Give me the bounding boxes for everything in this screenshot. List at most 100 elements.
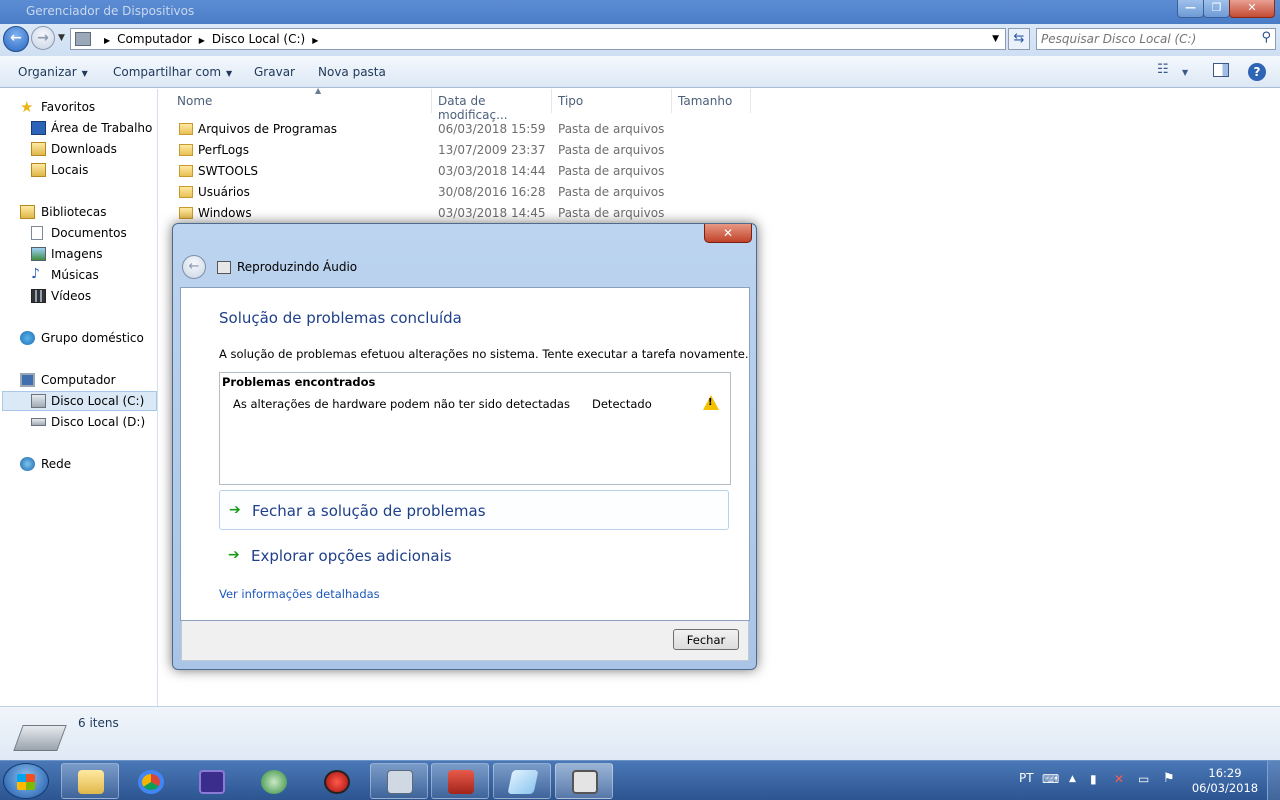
dialog-back-button[interactable]: ← <box>182 255 206 279</box>
refresh-button[interactable]: ⇆ <box>1008 28 1030 50</box>
table-row[interactable]: Arquivos de Programas 06/03/2018 15:59 P… <box>175 119 775 140</box>
organize-menu[interactable]: Organizar ▼ <box>18 65 88 79</box>
maximize-icon: ❐ <box>1211 1 1222 14</box>
minimize-icon: — <box>1185 1 1196 14</box>
column-name-label: Nome <box>177 94 213 108</box>
taskbar-notepad[interactable] <box>493 763 551 799</box>
folder-icon <box>179 186 193 198</box>
close-button[interactable]: Fechar <box>673 629 739 650</box>
problems-list: Problemas encontrados As alterações de h… <box>219 372 731 485</box>
maximize-button[interactable]: ❐ <box>1203 0 1230 18</box>
row-name: Arquivos de Programas <box>198 122 338 136</box>
window-titlebar: Gerenciador de Dispositivos — ❐ ✕ <box>0 0 1280 24</box>
row-name: Usuários <box>198 185 250 199</box>
nav-libraries[interactable]: Bibliotecas <box>0 202 158 222</box>
close-window-button[interactable]: ✕ <box>1229 0 1275 18</box>
nav-drive-d[interactable]: Disco Local (D:) <box>0 412 158 432</box>
explore-options-link[interactable]: ➔ Explorar opções adicionais <box>219 536 729 576</box>
clock[interactable]: 16:29 06/03/2018 <box>1190 766 1260 796</box>
chevron-right-icon[interactable]: ▶ <box>312 36 318 45</box>
row-name: SWTOOLS <box>198 164 259 178</box>
nav-desktop[interactable]: Área de Trabalho <box>0 118 158 138</box>
taskbar-troubleshooter[interactable] <box>555 763 613 799</box>
taskbar-explorer[interactable] <box>61 763 119 799</box>
chevron-down-icon: ▼ <box>226 69 233 78</box>
problem-description: As alterações de hardware podem não ter … <box>233 397 570 411</box>
nav-videos-label: Vídeos <box>51 289 92 303</box>
nav-documents[interactable]: Documentos <box>0 223 158 243</box>
close-icon: ✕ <box>722 226 734 240</box>
recent-pages-dropdown[interactable]: ▼ <box>58 33 65 43</box>
forward-button[interactable]: → <box>31 26 55 50</box>
nav-network[interactable]: Rede <box>0 454 158 474</box>
search-box[interactable]: ⚲ <box>1036 28 1276 50</box>
table-row[interactable]: Usuários 30/08/2016 16:28 Pasta de arqui… <box>175 182 775 203</box>
nav-drive-c[interactable]: Disco Local (C:) <box>2 391 157 411</box>
chevron-right-icon: ▶ <box>104 36 111 45</box>
taskbar-control-panel[interactable] <box>370 763 428 799</box>
language-indicator[interactable]: PT <box>1019 771 1034 800</box>
problems-header: Problemas encontrados <box>222 375 376 389</box>
taskbar-chrome[interactable] <box>121 763 179 799</box>
column-size[interactable]: Tamanho <box>678 89 751 113</box>
help-icon[interactable]: ? <box>1248 63 1266 81</box>
column-name[interactable]: ▲ Nome <box>177 86 432 113</box>
volume-muted-icon[interactable]: ✕ <box>1114 772 1124 800</box>
taskbar-app-red[interactable] <box>307 763 365 799</box>
close-troubleshooter-link[interactable]: ➔ Fechar a solução de problemas <box>219 490 729 530</box>
preview-pane-icon[interactable] <box>1213 63 1229 77</box>
app-icon <box>261 770 287 794</box>
row-date: 03/03/2018 14:45 <box>438 206 546 220</box>
nav-images[interactable]: Imagens <box>0 244 158 264</box>
table-row[interactable]: SWTOOLS 03/03/2018 14:44 Pasta de arquiv… <box>175 161 775 182</box>
taskbar-app-green[interactable] <box>244 763 302 799</box>
taskbar: PT ⌨ ▲ ▮ ✕ ▭ ⚑ 16:29 06/03/2018 <box>0 760 1280 800</box>
drive-icon <box>13 725 67 751</box>
view-options-icon[interactable]: ☷ <box>1157 62 1169 82</box>
show-hidden-icons[interactable]: ▲ <box>1069 774 1076 800</box>
nav-computer-label: Computador <box>41 373 116 387</box>
show-desktop-button[interactable] <box>1267 761 1280 800</box>
table-row[interactable]: PerfLogs 13/07/2009 23:37 Pasta de arqui… <box>175 140 775 161</box>
share-menu[interactable]: Compartilhar com ▼ <box>113 65 232 79</box>
address-dropdown-icon[interactable]: ▼ <box>992 34 999 44</box>
breadcrumb-computer[interactable]: Computador <box>117 32 192 46</box>
nav-computer[interactable]: Computador <box>0 370 158 390</box>
nav-downloads[interactable]: Downloads <box>0 139 158 159</box>
nav-places[interactable]: Locais <box>0 160 158 180</box>
column-date[interactable]: Data de modificaç... <box>438 89 552 122</box>
folder-icon <box>179 123 193 135</box>
chevron-down-icon: ▼ <box>81 69 88 78</box>
tray-app-icon[interactable]: ▮ <box>1090 772 1097 800</box>
start-button[interactable] <box>3 763 49 799</box>
nav-places-label: Locais <box>51 163 89 177</box>
keyboard-icon[interactable]: ⌨ <box>1042 772 1059 800</box>
minimize-button[interactable]: — <box>1177 0 1204 18</box>
nav-images-label: Imagens <box>51 247 103 261</box>
search-input[interactable] <box>1041 31 1251 47</box>
burn-button[interactable]: Gravar <box>254 65 295 79</box>
nav-videos[interactable]: Vídeos <box>0 286 158 306</box>
nav-libraries-label: Bibliotecas <box>41 205 107 219</box>
computer-icon <box>75 32 91 46</box>
network-tray-icon[interactable]: ▭ <box>1138 772 1149 800</box>
view-details-link[interactable]: Ver informações detalhadas <box>219 587 380 601</box>
dialog-close-button[interactable]: ✕ <box>704 224 752 243</box>
action-center-icon[interactable]: ⚑ <box>1163 771 1175 800</box>
taskbar-toolbox[interactable] <box>431 763 489 799</box>
column-type[interactable]: Tipo <box>558 89 672 113</box>
breadcrumb-drive-c[interactable]: Disco Local (C:) <box>212 32 305 46</box>
address-box[interactable]: ▶ Computador ▶ Disco Local (C:) ▶ ▼ <box>70 28 1006 50</box>
new-folder-button[interactable]: Nova pasta <box>318 65 386 79</box>
row-date: 30/08/2016 16:28 <box>438 185 546 199</box>
table-row[interactable]: Windows 03/03/2018 14:45 Pasta de arquiv… <box>175 203 775 224</box>
nav-favorites[interactable]: ★ Favoritos <box>0 97 158 117</box>
warning-icon: ! <box>703 395 719 410</box>
nav-music[interactable]: ♪ Músicas <box>0 265 158 285</box>
view-dropdown-icon[interactable]: ▼ <box>1182 68 1188 88</box>
nav-homegroup[interactable]: Grupo doméstico <box>0 328 158 348</box>
back-button[interactable]: ← <box>3 26 29 52</box>
taskbar-emulator[interactable] <box>182 763 240 799</box>
folder-icon <box>179 144 193 156</box>
search-icon[interactable]: ⚲ <box>1261 30 1271 45</box>
